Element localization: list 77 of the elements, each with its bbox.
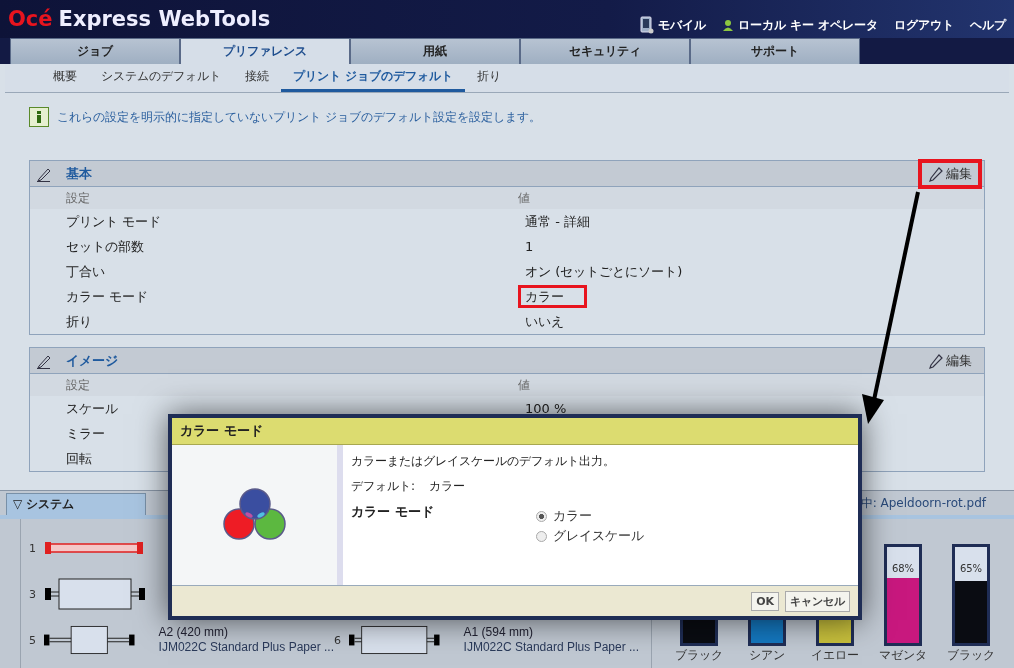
- column-title: 設定: [66, 189, 91, 207]
- tab[interactable]: セキュリティ: [520, 38, 690, 64]
- pencil-icon: [928, 352, 944, 369]
- media-name: IJM022C Standard Plus Paper ...: [158, 640, 334, 655]
- info-message: これらの設定を明示的に指定していないプリント ジョブのデフォルト設定を設定します。: [57, 108, 541, 126]
- subtab[interactable]: プリント ジョブのデフォルト: [281, 64, 466, 92]
- ink-label: イエロー: [811, 647, 859, 664]
- subtab[interactable]: システムのデフォルト: [89, 64, 233, 92]
- tab[interactable]: プリファレンス: [180, 38, 350, 64]
- field-label: カラー モード: [351, 503, 435, 521]
- subtab[interactable]: 接続: [233, 64, 281, 92]
- radio-button[interactable]: [536, 510, 547, 522]
- logo-brand: Océ: [8, 7, 53, 31]
- roll-number: 1: [29, 541, 37, 555]
- edit-link[interactable]: 編集: [922, 162, 978, 185]
- setting-label: プリント モード: [66, 213, 162, 229]
- paper-roll-icon: [44, 624, 135, 656]
- pencil-icon: [928, 165, 944, 182]
- setting-value: オン (セットごとにソート): [524, 262, 684, 281]
- setting-label: ミラー: [66, 425, 105, 441]
- setting-value: 通常 - 詳細: [524, 212, 591, 231]
- subtab[interactable]: 概要: [41, 64, 89, 92]
- ink-label: シアン: [749, 647, 785, 664]
- ink-level-reading: 68%: [890, 563, 916, 574]
- radio-option[interactable]: カラー: [536, 507, 644, 525]
- roll-number: 6: [334, 633, 342, 647]
- info-icon: [29, 107, 49, 127]
- tab[interactable]: ジョブ: [10, 38, 180, 64]
- empty-roll-icon: [45, 541, 145, 555]
- logo-product: Express WebTools: [58, 7, 271, 31]
- radio-option[interactable]: グレイスケール: [536, 527, 644, 545]
- setting-value: 1: [524, 238, 535, 256]
- header-link[interactable]: ローカル キー オペレータ: [721, 16, 878, 34]
- ink-label: ブラック: [947, 647, 995, 664]
- media-name: IJM022C Standard Plus Paper ...: [463, 640, 639, 655]
- paper-roll-icon: [349, 624, 440, 656]
- rgb-circles-icon: [221, 488, 288, 542]
- dialog-title: カラー モード: [172, 418, 858, 445]
- setting-value: 100 %: [524, 400, 568, 418]
- section-title: イメージ: [66, 351, 119, 370]
- setting-label: 折り: [66, 313, 92, 329]
- ink-level-reading: 65%: [958, 563, 984, 574]
- column-title: 値: [518, 376, 530, 394]
- paper-size: A2 (420 mm): [158, 625, 229, 640]
- setting-label: 丁合い: [66, 263, 105, 279]
- header-link[interactable]: モバイル: [639, 16, 706, 34]
- dialog-button[interactable]: OK: [751, 591, 779, 611]
- setting-label: カラー モード: [66, 288, 149, 304]
- setting-value: いいえ: [524, 312, 565, 331]
- header-link[interactable]: ヘルプ: [970, 16, 1006, 34]
- subtab[interactable]: 折り: [465, 64, 514, 92]
- roll-number: 3: [29, 587, 37, 601]
- radio-button[interactable]: [536, 530, 547, 542]
- ink-label: ブラック: [675, 647, 723, 664]
- system-tab[interactable]: ▽ システム: [6, 493, 146, 515]
- header-link[interactable]: ログアウト: [894, 16, 954, 34]
- dialog-button[interactable]: キャンセル: [785, 590, 850, 612]
- paper-size: A1 (594 mm): [463, 625, 534, 640]
- setting-label: スケール: [66, 400, 118, 416]
- default-label: デフォルト:: [351, 478, 416, 495]
- status-text: 中: Apeldoorn-rot.pdf: [860, 494, 986, 512]
- paper-roll-icon: [45, 578, 145, 610]
- column-title: 設定: [66, 376, 91, 394]
- ink-label: マゼンタ: [879, 647, 927, 664]
- edit-link[interactable]: 編集: [922, 349, 978, 372]
- setting-label: セットの部数: [66, 238, 144, 254]
- dialog-description: カラーまたはグレイスケールのデフォルト出力。: [351, 453, 616, 470]
- column-title: 値: [518, 189, 530, 207]
- setting-label: 回転: [66, 450, 92, 466]
- mobile-device-icon: [639, 16, 654, 34]
- setting-value: カラー: [518, 284, 587, 308]
- tab[interactable]: 用紙: [350, 38, 520, 64]
- section-title: 基本: [66, 164, 93, 183]
- tab[interactable]: サポート: [690, 38, 860, 64]
- roll-number: 5: [29, 633, 37, 647]
- user-icon: [721, 19, 734, 31]
- default-value: カラー: [429, 478, 466, 495]
